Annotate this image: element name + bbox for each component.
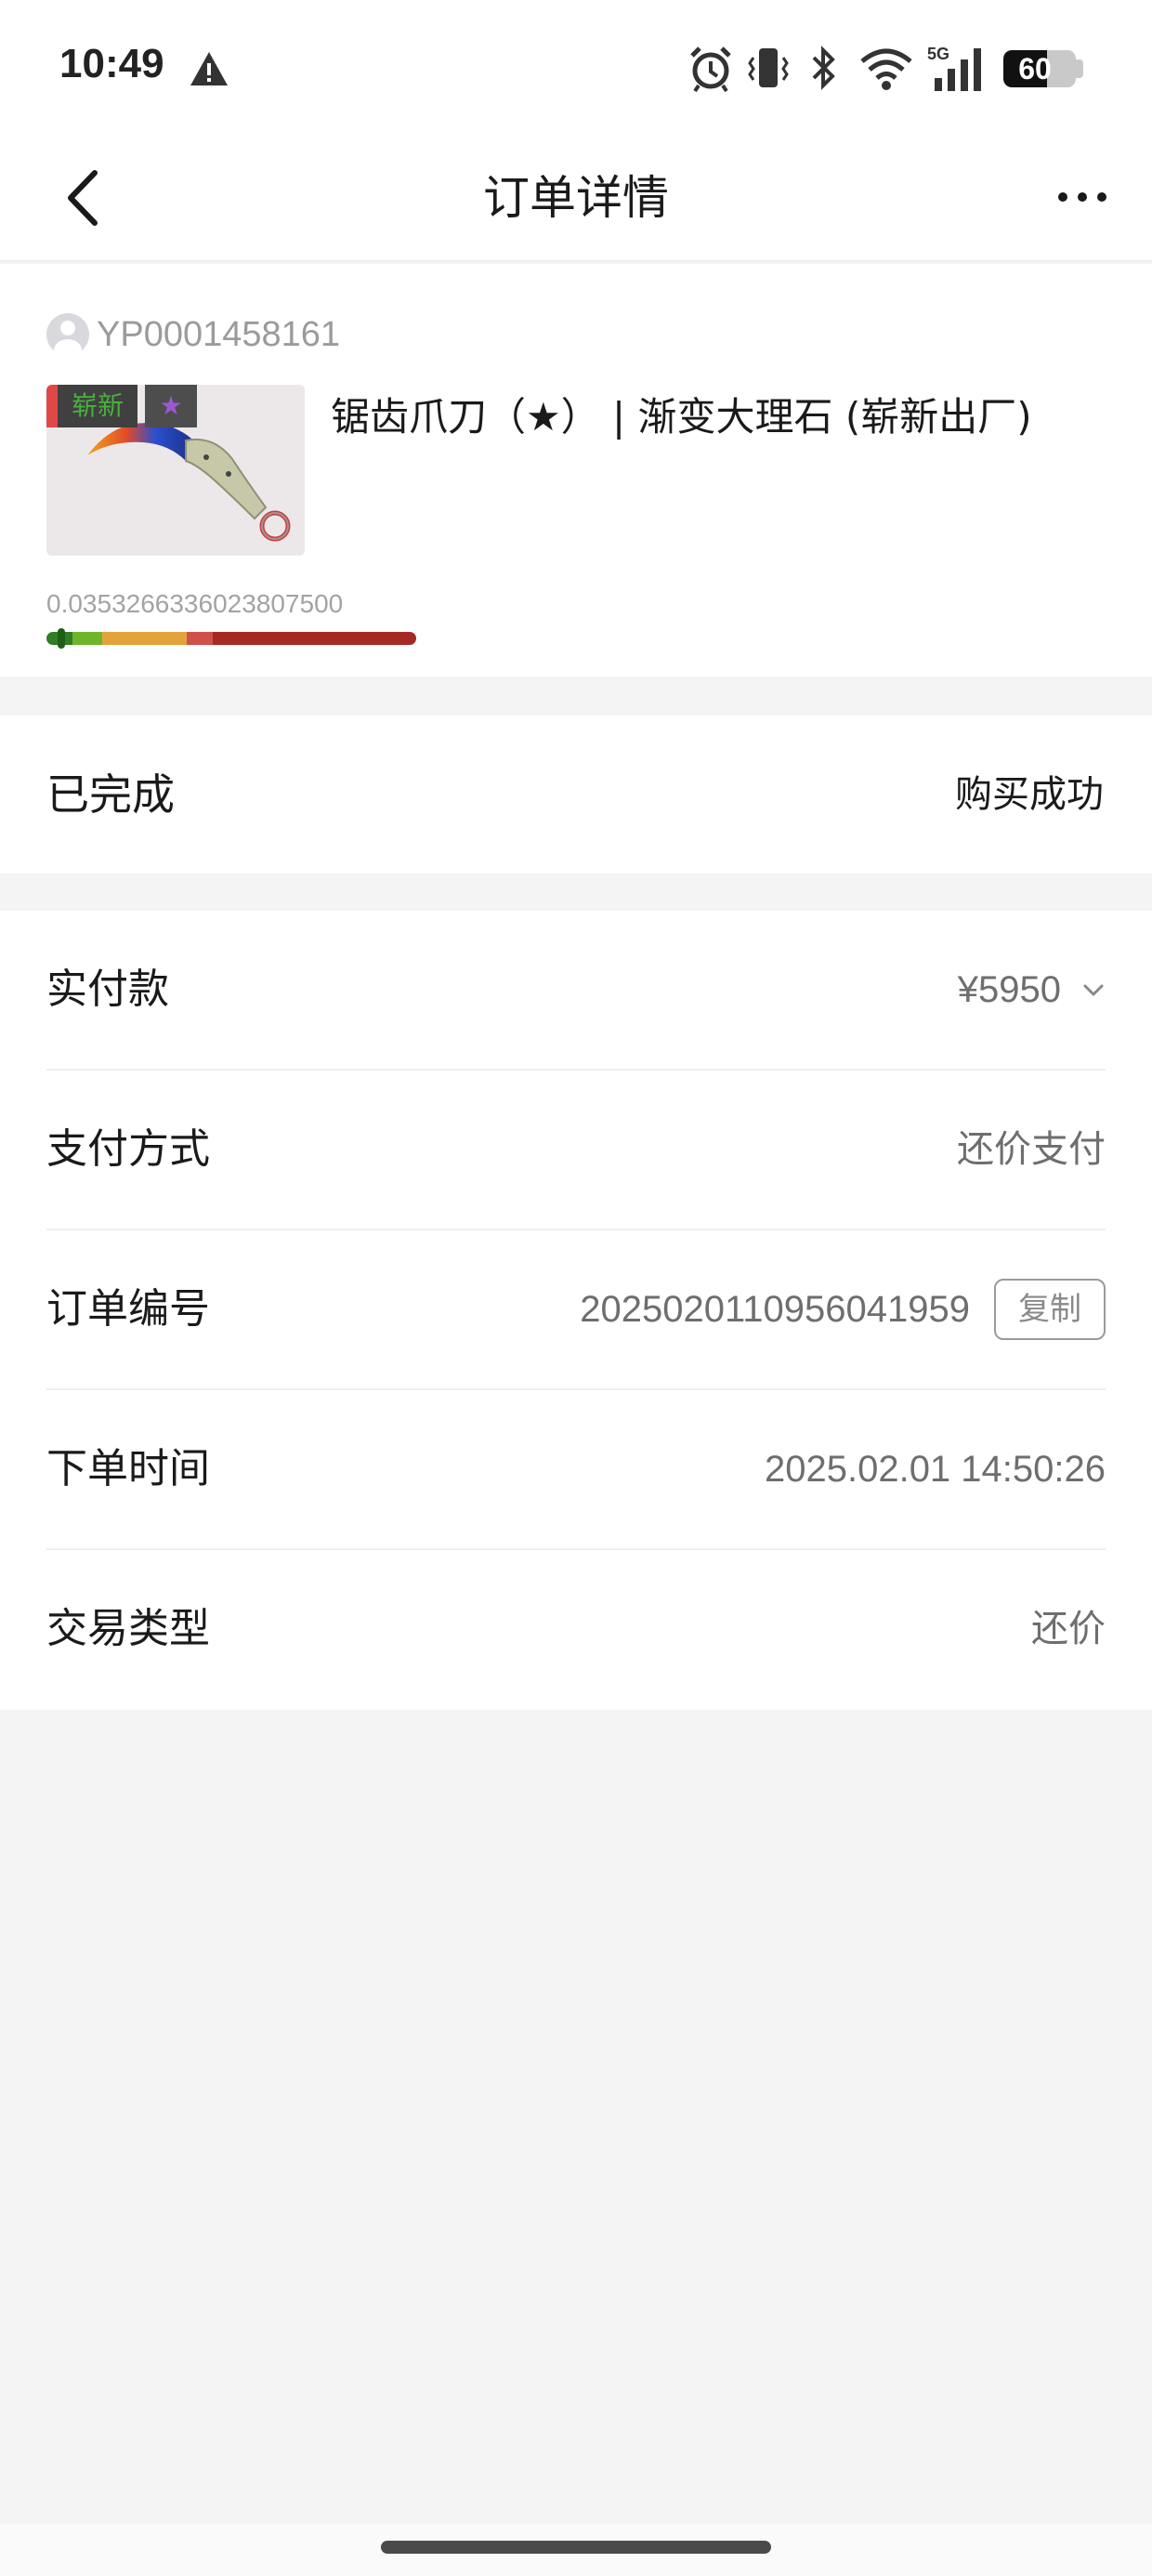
- battery-icon: 60: [1003, 50, 1076, 87]
- seller-id: YP0001458161: [97, 314, 341, 354]
- payment-method-value: 还价支付: [957, 1128, 1106, 1171]
- order-status-label: 已完成: [46, 769, 175, 820]
- order-time-value: 2025.02.01 14:50:26: [764, 1449, 1106, 1490]
- wear-marker: [58, 628, 66, 649]
- payment-method-row: 支付方式 还价支付: [46, 1071, 1106, 1230]
- paid-amount-label: 实付款: [46, 966, 169, 1013]
- trade-type-label: 交易类型: [46, 1605, 210, 1652]
- bluetooth-icon: [812, 46, 835, 90]
- battery-tip: [1076, 59, 1083, 78]
- star-tag: ★: [145, 385, 197, 427]
- status-time: 10:49: [59, 41, 164, 86]
- alarm-icon: [690, 46, 731, 93]
- home-indicator[interactable]: [381, 2541, 771, 2554]
- wear-segment-well-worn: [187, 632, 214, 645]
- product-card[interactable]: YP0001458161 崭新 ★ 锯齿爪刀（★） | 渐变大理石 (崭新出厂)…: [0, 264, 1152, 677]
- page-title: 订单详情: [483, 171, 669, 225]
- order-time-label: 下单时间: [46, 1445, 210, 1492]
- vibrate-icon: [748, 48, 789, 87]
- item-thumbnail[interactable]: 崭新 ★: [46, 385, 305, 556]
- order-number-row: 订单编号 2025020110956041959 复制: [46, 1230, 1106, 1390]
- order-time-row: 下单时间 2025.02.01 14:50:26: [46, 1390, 1106, 1550]
- wear-segment-minimal-wear: [72, 632, 102, 645]
- status-bar: 10:49 5G 60: [0, 0, 1152, 138]
- chevron-down-icon: [1083, 984, 1104, 996]
- nav-bar: 订单详情: [0, 138, 1152, 262]
- order-number-label: 订单编号: [46, 1285, 210, 1333]
- paid-amount-row[interactable]: 实付款 ¥5950: [46, 911, 1106, 1071]
- item-name: 锯齿爪刀（★） | 渐变大理石 (崭新出厂): [331, 394, 1032, 440]
- order-status-result: 购买成功: [955, 773, 1104, 816]
- more-options-button[interactable]: [1050, 169, 1115, 225]
- seller-avatar-icon: [46, 313, 89, 356]
- warning-icon: [190, 52, 228, 85]
- trade-type-value: 还价: [1031, 1608, 1106, 1650]
- copy-button[interactable]: 复制: [994, 1279, 1106, 1340]
- svg-text:5G: 5G: [927, 45, 949, 63]
- signal-5g-icon: 5G: [927, 45, 981, 91]
- quality-tag: 崭新: [58, 385, 137, 427]
- paid-amount-toggle[interactable]: ¥5950: [958, 962, 1106, 1018]
- order-number-group: 2025020110956041959 复制: [580, 1277, 1106, 1342]
- float-value: 0.0353266336023807500: [46, 589, 344, 618]
- wear-segment-battle-scarred: [213, 632, 416, 645]
- wear-segment-field-tested: [101, 632, 188, 645]
- trade-type-row: 交易类型 还价: [46, 1550, 1106, 1710]
- order-details-section: 实付款 ¥5950 支付方式 还价支付 订单编号 202502011095604…: [0, 911, 1152, 1710]
- payment-method-label: 支付方式: [46, 1125, 210, 1173]
- order-number-value: 2025020110956041959: [580, 1288, 970, 1330]
- wifi-icon: [860, 48, 912, 90]
- wear-bar: [46, 632, 416, 645]
- battery-level-text: 60: [1018, 52, 1052, 85]
- seller-row: YP0001458161: [46, 312, 340, 357]
- rarity-tag: [46, 385, 58, 427]
- paid-amount-value: ¥5950: [957, 968, 1061, 1010]
- order-status-section: 已完成 购买成功: [0, 716, 1152, 874]
